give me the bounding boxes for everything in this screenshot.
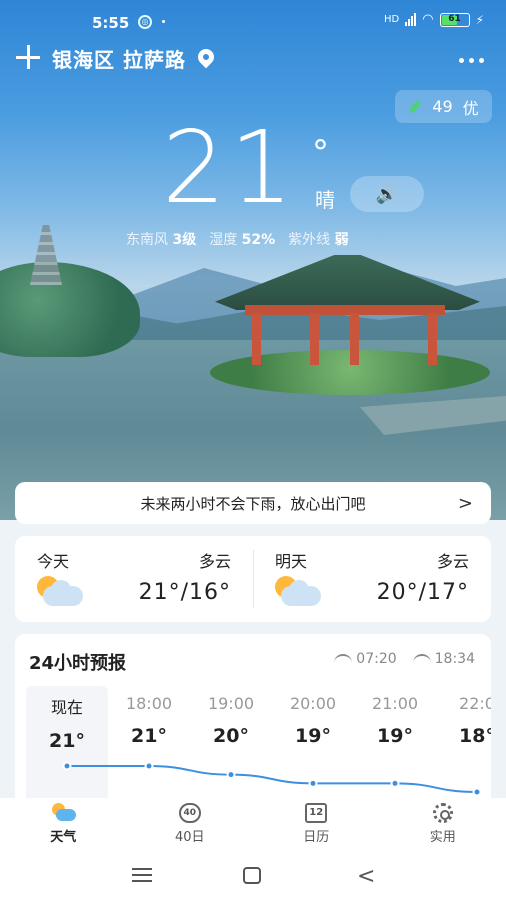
nav-label: 40日 xyxy=(174,830,205,845)
signal-icon xyxy=(405,13,417,26)
pavilion-beam xyxy=(245,305,445,315)
hour-time: 19:00 xyxy=(207,694,255,713)
temperature-point xyxy=(308,778,318,788)
notification-icon: ◎ xyxy=(138,15,152,29)
sunrise-icon xyxy=(334,654,353,664)
aqi-label: 优 xyxy=(462,98,479,118)
speaker-button[interactable]: 🔊 xyxy=(350,176,424,212)
hour-time: 现在 xyxy=(50,698,83,717)
menu-icon[interactable] xyxy=(132,868,152,882)
hour-time: 22:0 xyxy=(459,694,491,713)
wind-info: 东南风 3级 xyxy=(126,232,197,248)
pagoda xyxy=(30,225,62,285)
rain-forecast-card[interactable]: 未来两小时不会下雨，放心出门吧 > xyxy=(15,482,491,524)
daily-summary-card[interactable]: 今天 多云 21°/16° 明天 多云 20°/17° xyxy=(15,536,491,622)
day-tomorrow[interactable]: 明天 多云 20°/17° xyxy=(253,536,491,622)
hour-temp: 18° xyxy=(459,725,491,747)
temperature-trend-path xyxy=(66,765,478,793)
settings-gear-icon xyxy=(432,803,453,823)
nav-tools[interactable]: 实用 xyxy=(380,798,506,850)
temperature-point xyxy=(144,761,154,771)
rain-notice-text: 未来两小时不会下雨，放心出门吧 xyxy=(140,494,366,513)
wifi-icon: ◠ xyxy=(422,12,434,27)
bottom-navigation: 天气 40 40日 12 日历 实用 xyxy=(0,798,506,850)
status-bar: 5:55 ◎ HD ◠ 61 ⚡ xyxy=(0,0,506,46)
temperature-trend-line xyxy=(62,761,482,797)
aqi-value: 49 xyxy=(432,97,453,116)
sunset-time: 18:34 xyxy=(434,651,475,667)
degree-mark: ° xyxy=(312,133,329,173)
charging-icon: ⚡ xyxy=(475,12,484,27)
pavilion-column xyxy=(310,313,319,365)
day-condition: 多云 xyxy=(198,552,231,571)
speaker-icon: 🔊 xyxy=(375,183,399,205)
day-name: 今天 xyxy=(37,552,70,571)
uv-info: 紫外线 弱 xyxy=(288,232,349,248)
sun-times: 07:20 18:34 xyxy=(334,651,475,667)
day-condition: 多云 xyxy=(436,552,469,571)
nav-calendar[interactable]: 12 日历 xyxy=(253,798,380,850)
nav-label: 天气 xyxy=(50,830,77,845)
temperature-point xyxy=(62,761,72,771)
temperature-point xyxy=(226,770,236,780)
status-time: 5:55 xyxy=(92,14,130,32)
hour-temp: 21° xyxy=(131,725,167,747)
pavilion-column xyxy=(428,313,437,365)
nav-40-day[interactable]: 40 40日 xyxy=(127,798,254,850)
aqi-badge[interactable]: 49 优 xyxy=(395,90,492,123)
leaf-icon xyxy=(407,99,424,114)
day-today[interactable]: 今天 多云 21°/16° xyxy=(15,536,253,622)
nav-weather[interactable]: 天气 xyxy=(0,798,127,850)
hour-temp: 20° xyxy=(213,725,249,747)
chevron-right-icon: > xyxy=(457,493,473,514)
hour-temp: 21° xyxy=(49,730,85,752)
hour-time: 20:00 xyxy=(289,694,337,713)
battery-icon: 61 xyxy=(439,12,470,27)
weather-details: 东南风 3级 湿度 52% 紫外线 弱 xyxy=(126,229,349,249)
hour-temp: 19° xyxy=(377,725,413,747)
trees-left xyxy=(0,262,140,357)
day-temp-range: 21°/16° xyxy=(138,580,231,605)
forty-day-icon: 40 xyxy=(178,803,201,823)
calendar-icon: 12 xyxy=(305,803,328,823)
hour-time: 21:00 xyxy=(371,694,419,713)
back-icon[interactable]: < xyxy=(357,864,375,889)
pavilion-column xyxy=(350,313,359,365)
day-temp-range: 20°/17° xyxy=(376,580,469,605)
weather-icon xyxy=(52,803,77,823)
nav-label: 实用 xyxy=(429,830,456,845)
current-condition: 晴 xyxy=(315,188,335,212)
current-temperature: 21 xyxy=(162,109,298,226)
hour-time: 18:00 xyxy=(125,694,173,713)
network-type: HD xyxy=(383,14,400,25)
hourly-title: 24小时预报 xyxy=(29,653,127,674)
sunset-icon xyxy=(412,654,431,664)
temperature-point xyxy=(472,787,482,797)
nav-label: 日历 xyxy=(303,830,330,845)
temperature-point xyxy=(390,778,400,788)
hourly-forecast-card[interactable]: 24小时预报 07:20 18:34 现在 21° 18:00 21° 19:0… xyxy=(15,634,491,804)
day-name: 明天 xyxy=(275,552,308,571)
sunrise-time: 07:20 xyxy=(356,651,397,667)
pavilion-column xyxy=(252,313,261,365)
home-icon[interactable] xyxy=(243,867,261,884)
add-city-button[interactable] xyxy=(16,44,42,72)
humidity-info: 湿度 52% xyxy=(209,232,276,248)
location-title[interactable]: 银海区 拉萨路 xyxy=(52,44,186,73)
system-navigation-bar: < xyxy=(0,850,506,900)
more-options-button[interactable] xyxy=(459,58,484,63)
partly-cloudy-icon xyxy=(35,576,85,608)
scenic-background xyxy=(0,0,506,520)
status-indicators: HD ◠ 61 ⚡ xyxy=(384,12,484,27)
partly-cloudy-icon xyxy=(273,576,323,608)
hour-temp: 19° xyxy=(295,725,331,747)
battery-text: 61 xyxy=(448,13,461,24)
notification-dot-icon xyxy=(162,20,165,23)
